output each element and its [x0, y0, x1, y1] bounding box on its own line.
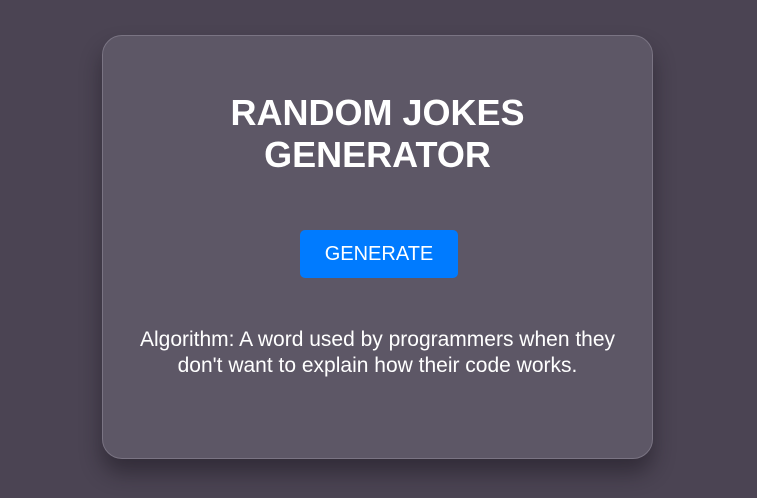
- joke-card: RANDOM JOKES GENERATOR GENERATE Algorith…: [102, 35, 653, 459]
- generate-button[interactable]: GENERATE: [300, 230, 458, 278]
- joke-text: Algorithm: A word used by programmers wh…: [139, 328, 616, 377]
- page-title: RANDOM JOKES GENERATOR: [230, 92, 525, 175]
